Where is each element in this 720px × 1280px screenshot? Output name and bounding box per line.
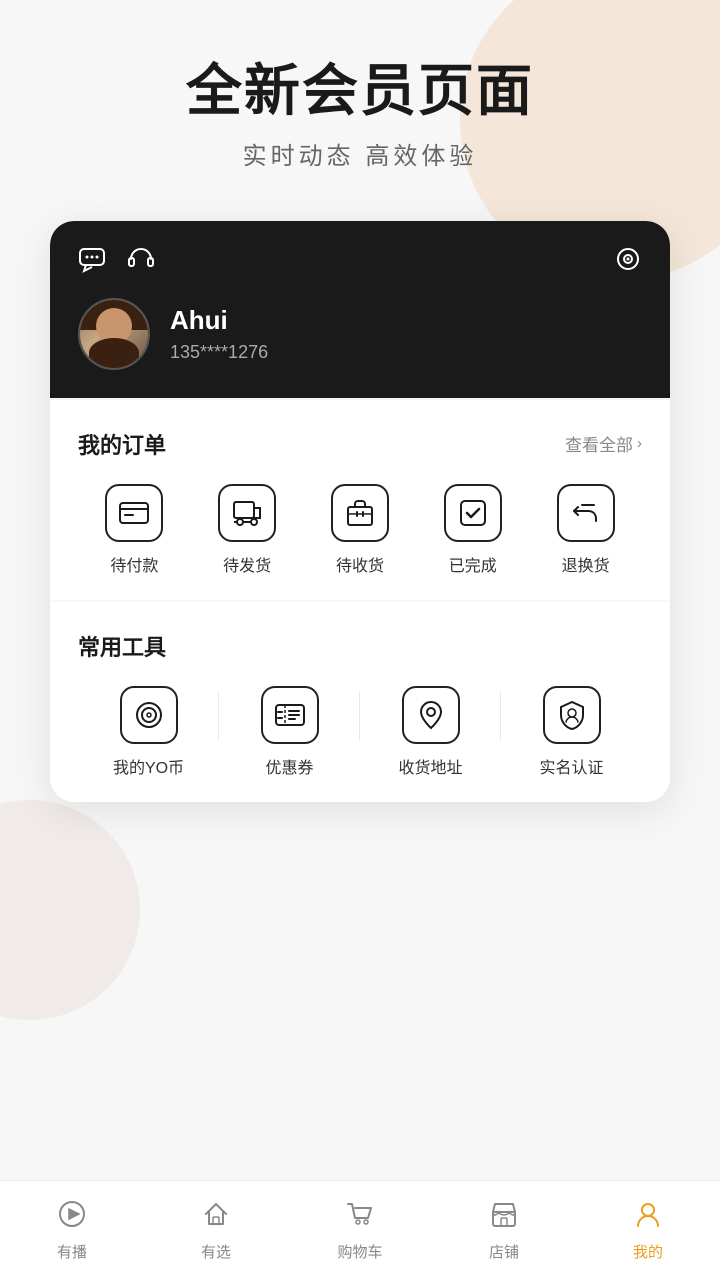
pending-payment-label: 待付款	[110, 552, 158, 576]
tool-address[interactable]: 收货地址	[360, 686, 501, 778]
return-label: 退换货	[562, 552, 610, 576]
yo-coins-label: 我的YO币	[113, 754, 184, 778]
address-label: 收货地址	[398, 754, 462, 778]
chat-icon[interactable]	[78, 245, 106, 280]
pending-receive-label: 待收货	[336, 552, 384, 576]
tool-yo-coins[interactable]: 我的YO币	[78, 686, 219, 778]
profile-phone: 135****1276	[170, 342, 268, 363]
headset-icon[interactable]	[126, 245, 154, 280]
pending-payment-icon	[105, 484, 163, 542]
order-item-pending-receive[interactable]: 待收货	[331, 484, 389, 576]
profile-info: Ahui 135****1276	[78, 298, 642, 370]
nav-item-select[interactable]: 有选	[144, 1200, 288, 1262]
nav-label-store: 店铺	[489, 1241, 519, 1262]
profile-top-left-icons	[78, 245, 154, 280]
hero-title: 全新会员页面	[40, 60, 680, 122]
store-icon	[490, 1200, 518, 1235]
yo-coins-icon	[120, 686, 178, 744]
avatar[interactable]	[78, 298, 150, 370]
tools-header: 常用工具	[78, 630, 642, 662]
coupons-label: 优惠券	[265, 754, 313, 778]
verify-label: 实名认证	[539, 754, 603, 778]
order-item-pending-ship[interactable]: 待发货	[218, 484, 276, 576]
orders-view-all[interactable]: 查看全部 ›	[565, 431, 642, 456]
tools-grid: 我的YO币 优惠券	[78, 686, 642, 778]
nav-item-cart[interactable]: 购物车	[288, 1200, 432, 1262]
completed-icon	[444, 484, 502, 542]
chevron-icon: ›	[637, 435, 642, 452]
main-card: Ahui 135****1276 我的订单 查看全部 ›	[50, 221, 670, 802]
profile-top-bar	[78, 245, 642, 280]
pending-receive-icon	[331, 484, 389, 542]
address-icon	[402, 686, 460, 744]
tool-verify[interactable]: 实名认证	[501, 686, 642, 778]
orders-title: 我的订单	[78, 428, 166, 460]
order-item-pending-payment[interactable]: 待付款	[105, 484, 163, 576]
live-icon	[58, 1200, 86, 1235]
mine-icon	[634, 1200, 662, 1235]
coupons-icon	[261, 686, 319, 744]
bottom-nav: 有播 有选 购物车	[0, 1180, 720, 1280]
profile-name: Ahui	[170, 305, 268, 336]
orders-section: 我的订单 查看全部 › 待付款	[50, 400, 670, 600]
nav-label-live: 有播	[57, 1241, 87, 1262]
verify-icon	[543, 686, 601, 744]
hero-subtitle: 实时动态 高效体验	[40, 136, 680, 171]
nav-item-mine[interactable]: 我的	[576, 1200, 720, 1262]
nav-label-cart: 购物车	[337, 1241, 382, 1262]
completed-label: 已完成	[449, 552, 497, 576]
hero-section: 全新会员页面 实时动态 高效体验	[0, 0, 720, 201]
avatar-image	[80, 300, 148, 368]
nav-label-mine: 我的	[633, 1241, 663, 1262]
profile-text: Ahui 135****1276	[170, 305, 268, 363]
cart-icon	[346, 1200, 374, 1235]
order-item-return[interactable]: 退换货	[557, 484, 615, 576]
nav-item-live[interactable]: 有播	[0, 1200, 144, 1262]
tools-title: 常用工具	[78, 630, 166, 662]
scan-icon[interactable]	[614, 245, 642, 280]
nav-item-store[interactable]: 店铺	[432, 1200, 576, 1262]
return-icon	[557, 484, 615, 542]
tools-section: 常用工具 我的YO币	[50, 602, 670, 802]
profile-header: Ahui 135****1276	[50, 221, 670, 398]
order-item-completed[interactable]: 已完成	[444, 484, 502, 576]
pending-ship-icon	[218, 484, 276, 542]
order-icons-row: 待付款 待发货	[78, 484, 642, 576]
nav-label-select: 有选	[201, 1241, 231, 1262]
tool-coupons[interactable]: 优惠券	[219, 686, 360, 778]
page-content: 全新会员页面 实时动态 高效体验	[0, 0, 720, 912]
pending-ship-label: 待发货	[223, 552, 271, 576]
home-icon	[202, 1200, 230, 1235]
orders-header: 我的订单 查看全部 ›	[78, 428, 642, 460]
